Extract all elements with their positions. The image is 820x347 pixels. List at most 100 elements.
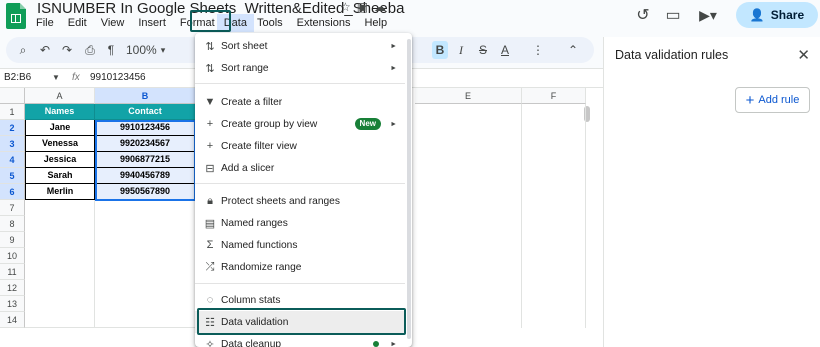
name-box[interactable]: B2:B6	[4, 69, 31, 87]
row-header[interactable]: 4	[0, 152, 25, 168]
menu-item-add-slicer[interactable]: ⊟ Add a slicer	[195, 157, 405, 179]
strikethrough-icon[interactable]: S	[476, 41, 490, 59]
comments-icon[interactable]: ▭	[658, 3, 688, 27]
slicer-icon: ⊟	[205, 162, 215, 175]
version-history-icon[interactable]: ↺	[628, 3, 658, 27]
table-cell-name[interactable]: Merlin	[25, 184, 95, 200]
menu-item-named-ranges[interactable]: ▤ Named ranges	[195, 212, 405, 234]
menu-item-create-filter[interactable]: ▼ Create a filter	[195, 91, 405, 113]
top-right-controls: ↺ ▭ ▶▾ 👤 Share	[628, 0, 820, 30]
menu-file[interactable]: File	[29, 14, 61, 32]
table-cell-contact[interactable]: 9950567890	[95, 184, 196, 200]
table-cell-contact[interactable]: 9920234567	[95, 136, 196, 152]
row-header[interactable]: 11	[0, 264, 25, 280]
print-icon[interactable]: ⎙	[82, 41, 98, 59]
row-header[interactable]: 10	[0, 248, 25, 264]
status-dot	[373, 341, 379, 347]
col-header-e[interactable]: E	[415, 88, 522, 104]
cell-b1[interactable]: Contact	[95, 104, 196, 120]
row-header[interactable]: 14	[0, 312, 25, 328]
table-cell-name[interactable]: Venessa	[25, 136, 95, 152]
italic-icon[interactable]: I	[454, 41, 468, 59]
data-validation-panel: Data validation rules ✕ + Add rule	[603, 37, 820, 347]
formula-input[interactable]: 9910123456	[90, 69, 146, 87]
menu-edit[interactable]: Edit	[61, 14, 94, 32]
new-badge: New	[354, 118, 381, 130]
menu-item-create-group-by-view[interactable]: + Create group by view New ►	[195, 113, 405, 135]
row-header[interactable]: 1	[0, 104, 25, 120]
row-header[interactable]: 6	[0, 184, 25, 200]
fx-icon: fx	[72, 72, 80, 83]
table-cell-name[interactable]: Jane	[25, 120, 95, 136]
row-header[interactable]: 9	[0, 232, 25, 248]
redo-icon[interactable]: ↷	[60, 41, 74, 59]
menu-item-label: Sort range	[221, 62, 269, 74]
undo-icon[interactable]: ↶	[38, 41, 52, 59]
table-cell-name[interactable]: Jessica	[25, 152, 95, 168]
menu-item-label: Create filter view	[221, 140, 297, 152]
menu-item-label: Randomize range	[221, 261, 302, 273]
row-header[interactable]: 5	[0, 168, 25, 184]
select-all-corner[interactable]	[0, 88, 25, 104]
table-cell-contact[interactable]: 9940456789	[95, 168, 196, 184]
menu-item-sort-sheet[interactable]: ⇅ Sort sheet ►	[195, 35, 405, 57]
menu-item-create-filter-view[interactable]: + Create filter view	[195, 135, 405, 157]
table-cell-contact[interactable]: 9906877215	[95, 152, 196, 168]
menu-item-named-functions[interactable]: Σ Named functions	[195, 234, 405, 256]
empty-cells-a[interactable]	[25, 200, 95, 328]
row-header[interactable]: 13	[0, 296, 25, 312]
shuffle-icon: ⤮	[205, 260, 215, 273]
submenu-arrow-icon: ►	[390, 120, 397, 128]
row-header[interactable]: 2	[0, 120, 25, 136]
menu-scrollbar[interactable]	[407, 39, 411, 339]
menu-extensions[interactable]: Extensions	[290, 14, 358, 32]
menu-item-randomize-range[interactable]: ⤮ Randomize range	[195, 256, 405, 278]
col-header-b[interactable]: B	[95, 88, 196, 104]
row-header[interactable]: 7	[0, 200, 25, 216]
more-icon[interactable]: ⋮	[531, 41, 545, 59]
paint-format-icon[interactable]: ¶	[104, 41, 118, 59]
sheets-logo-icon[interactable]	[6, 3, 26, 29]
table-cell-name[interactable]: Sarah	[25, 168, 95, 184]
menu-item-label: Sort sheet	[221, 40, 268, 52]
close-icon[interactable]: ✕	[797, 46, 810, 64]
submenu-arrow-icon: ►	[390, 340, 397, 347]
cloud-status-icon[interactable]: ☁	[374, 0, 386, 14]
col-header-a[interactable]: A	[25, 88, 95, 104]
share-button[interactable]: 👤 Share	[736, 2, 818, 28]
name-box-dropdown-icon[interactable]: ▼	[52, 69, 60, 87]
sort-range-icon: ⇅	[205, 62, 215, 75]
panel-title: Data validation rules	[615, 48, 729, 62]
collapse-icon[interactable]: ⌃	[566, 41, 580, 59]
menu-item-label: Create group by view	[221, 118, 318, 130]
star-icon[interactable]: ☆	[340, 0, 351, 14]
add-rule-label: Add rule	[758, 94, 800, 106]
named-ranges-icon: ▤	[204, 217, 216, 230]
menu-item-sort-range[interactable]: ⇅ Sort range ►	[195, 57, 405, 79]
menu-tools[interactable]: Tools	[254, 14, 290, 32]
row-header[interactable]: 3	[0, 136, 25, 152]
bold-icon[interactable]: B	[432, 41, 448, 59]
lock-icon: 🔒︎	[207, 194, 213, 207]
search-icon[interactable]: ⌕	[16, 41, 30, 59]
menu-item-protect-sheets[interactable]: 🔒︎ Protect sheets and ranges	[195, 190, 405, 212]
text-color-icon[interactable]: A	[498, 41, 512, 59]
empty-cells-b[interactable]	[95, 200, 196, 328]
col-header-f[interactable]: F	[522, 88, 586, 104]
row-header[interactable]: 12	[0, 280, 25, 296]
empty-cells-f[interactable]	[522, 104, 586, 328]
menu-view[interactable]: View	[94, 14, 132, 32]
table-cell-contact[interactable]: 9910123456	[95, 120, 196, 136]
menu-item-data-cleanup[interactable]: ✧ Data cleanup ►	[195, 333, 405, 347]
menu-help[interactable]: Help	[357, 14, 394, 32]
menu-insert[interactable]: Insert	[131, 14, 173, 32]
cell-a1[interactable]: Names	[25, 104, 95, 120]
zoom-value[interactable]: 100%	[126, 41, 157, 59]
folder-move-icon[interactable]: ▣	[357, 0, 368, 14]
add-rule-button[interactable]: + Add rule	[735, 87, 810, 113]
lightbulb-icon: ◌	[206, 294, 214, 306]
row-header[interactable]: 8	[0, 216, 25, 232]
empty-cells-e[interactable]	[415, 104, 522, 328]
zoom-dropdown-icon[interactable]: ▾	[158, 41, 168, 59]
meet-icon[interactable]: ▶▾	[688, 3, 728, 27]
